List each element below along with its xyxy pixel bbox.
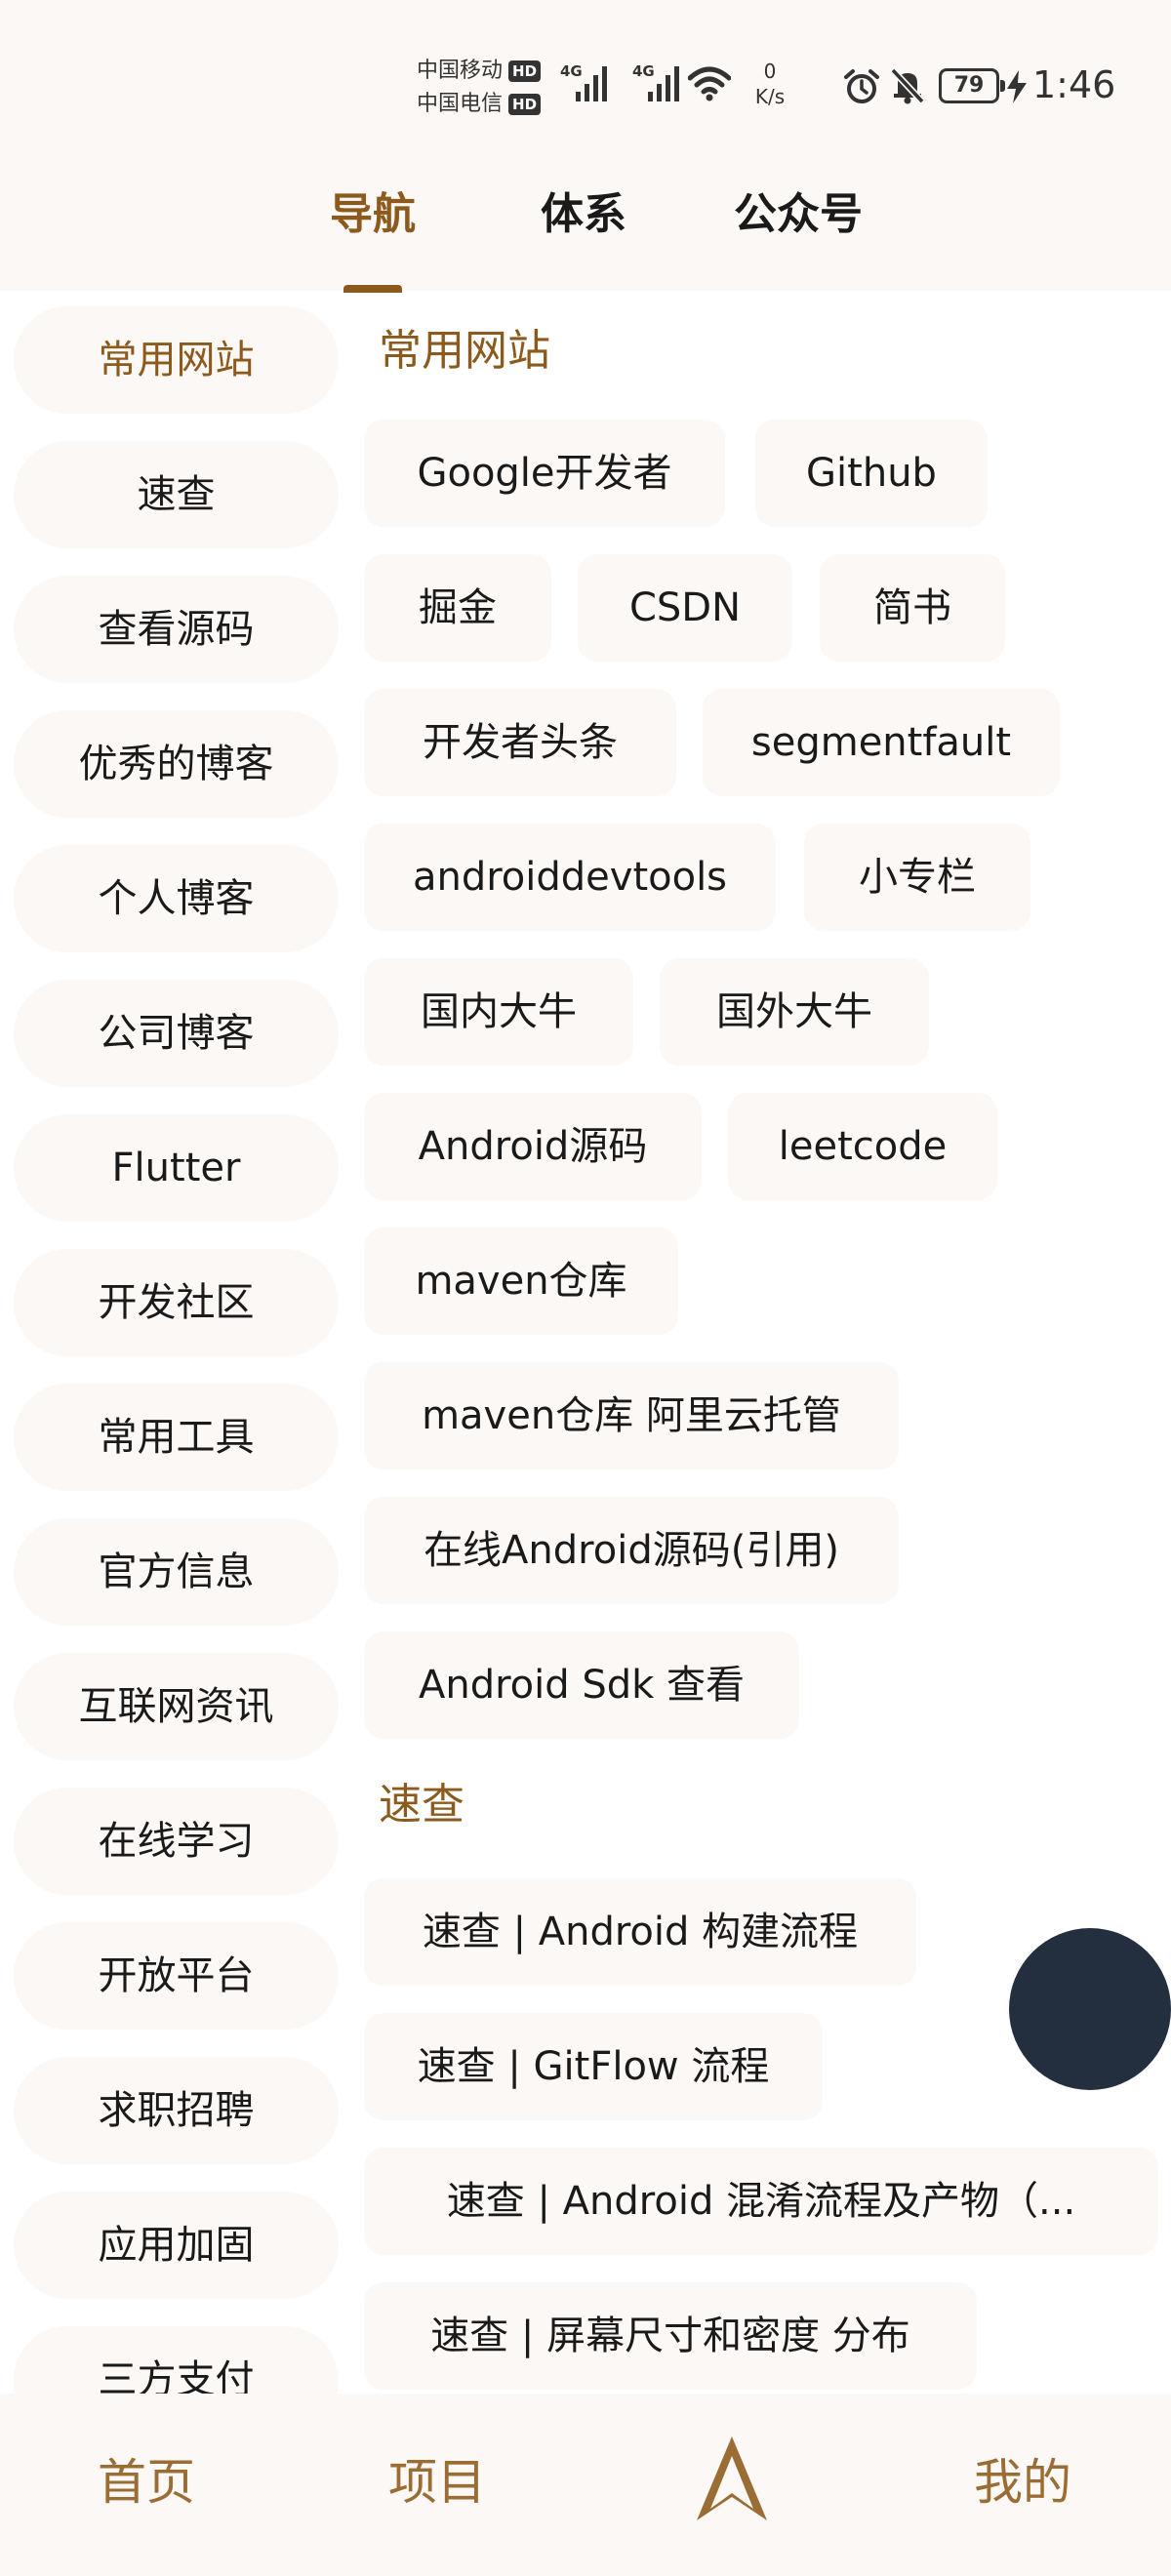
top-area: 中国移动 HD 中国电信 HD 4G 4G 0 K/s 79 1:46 导航 体… bbox=[0, 0, 1171, 293]
category-item-online-learning[interactable]: 在线学习 bbox=[14, 1788, 339, 1895]
floating-action-button[interactable] bbox=[1009, 1928, 1171, 2090]
link-chip[interactable]: 掘金 bbox=[364, 554, 551, 662]
alarm-icon bbox=[844, 69, 879, 103]
bell-muted-icon bbox=[890, 67, 925, 104]
link-chip[interactable]: 在线Android源码(引用) bbox=[364, 1497, 899, 1604]
tab-system[interactable]: 体系 bbox=[525, 176, 642, 254]
link-chip[interactable]: 速查 | GitFlow 流程 bbox=[364, 2013, 823, 2120]
category-item-company-blogs[interactable]: 公司博客 bbox=[14, 980, 339, 1087]
category-list[interactable]: 常用网站 速查 查看源码 优秀的博客 个人博客 公司博客 Flutter 开发社… bbox=[0, 291, 361, 2394]
link-chip[interactable]: androiddevtools bbox=[364, 824, 776, 931]
link-chip[interactable]: CSDN bbox=[578, 554, 792, 662]
link-chip[interactable]: 简书 bbox=[820, 554, 1005, 662]
link-chip[interactable]: Android源码 bbox=[364, 1093, 702, 1200]
speed-unit: K/s bbox=[754, 85, 786, 108]
link-chip[interactable]: Google开发者 bbox=[364, 420, 725, 527]
category-item-official-info[interactable]: 官方信息 bbox=[14, 1518, 339, 1626]
category-item-great-blogs[interactable]: 优秀的博客 bbox=[14, 710, 339, 818]
hd-badge: HD bbox=[508, 60, 542, 82]
link-chip[interactable]: Github bbox=[755, 420, 988, 527]
clock: 1:46 bbox=[1032, 63, 1116, 106]
battery-icon: 79 bbox=[939, 68, 1005, 103]
category-item-dev-community[interactable]: 开发社区 bbox=[14, 1249, 339, 1356]
link-chip[interactable]: 开发者头条 bbox=[364, 689, 676, 796]
link-chip[interactable]: maven仓库 bbox=[364, 1228, 678, 1335]
link-chip[interactable]: leetcode bbox=[728, 1093, 997, 1200]
category-item-common-sites[interactable]: 常用网站 bbox=[14, 306, 339, 414]
network-speed: 0 K/s bbox=[746, 59, 794, 109]
category-item-personal-blogs[interactable]: 个人博客 bbox=[14, 845, 339, 952]
link-chip[interactable]: maven仓库 阿里云托管 bbox=[364, 1362, 899, 1469]
wifi-icon bbox=[688, 66, 731, 101]
section-title-quick-ref: 速查 bbox=[379, 1780, 464, 1830]
top-tab-bar: 导航 体系 公众号 bbox=[0, 176, 1171, 293]
link-chip[interactable]: segmentfault bbox=[703, 689, 1060, 796]
section-title-common-sites: 常用网站 bbox=[379, 326, 550, 376]
tab-wechat-accounts[interactable]: 公众号 bbox=[720, 176, 876, 254]
nav-mine[interactable]: 我的 bbox=[945, 2394, 1101, 2576]
carrier-2-label: 中国电信 bbox=[417, 92, 504, 116]
navigation-arrow-icon[interactable] bbox=[695, 2435, 769, 2522]
category-item-open-platforms[interactable]: 开放平台 bbox=[14, 1922, 339, 2030]
category-item-app-hardening[interactable]: 应用加固 bbox=[14, 2192, 339, 2299]
hd-badge: HD bbox=[508, 94, 542, 115]
speed-value: 0 bbox=[763, 60, 777, 83]
battery-level: 79 bbox=[953, 73, 985, 98]
status-bar: 中国移动 HD 中国电信 HD 4G 4G 0 K/s 79 1:46 bbox=[0, 0, 1171, 156]
category-item-flutter[interactable]: Flutter bbox=[14, 1114, 339, 1222]
bottom-nav: 首页 项目 我的 bbox=[0, 2394, 1171, 2576]
category-item-third-party-pay[interactable]: 三方支付 bbox=[14, 2326, 339, 2394]
nav-home[interactable]: 首页 bbox=[68, 2394, 224, 2576]
charging-bolt-icon bbox=[1007, 70, 1027, 103]
category-item-quick-ref[interactable]: 速查 bbox=[14, 441, 339, 548]
link-chip[interactable]: 国外大牛 bbox=[660, 958, 929, 1066]
carrier-1-label: 中国移动 bbox=[417, 59, 504, 83]
category-item-common-tools[interactable]: 常用工具 bbox=[14, 1384, 339, 1491]
link-chip[interactable]: 小专栏 bbox=[804, 824, 1030, 931]
link-chip[interactable]: 国内大牛 bbox=[364, 958, 633, 1066]
tab-navigation[interactable]: 导航 bbox=[314, 176, 431, 254]
category-item-jobs[interactable]: 求职招聘 bbox=[14, 2057, 339, 2164]
carrier-info: 中国移动 HD 中国电信 HD bbox=[417, 55, 542, 121]
link-chip[interactable]: 速查 | Android 构建流程 bbox=[364, 1878, 916, 1986]
link-chip[interactable]: 速查 | 屏幕尺寸和密度 分布 bbox=[364, 2282, 977, 2390]
nav-projects[interactable]: 项目 bbox=[359, 2394, 515, 2576]
link-chip[interactable]: 速查 | Android 混淆流程及产物（... bbox=[364, 2148, 1158, 2255]
category-item-source-code[interactable]: 查看源码 bbox=[14, 576, 339, 683]
link-chip[interactable]: Android Sdk 查看 bbox=[364, 1631, 799, 1739]
category-item-internet-news[interactable]: 互联网资讯 bbox=[14, 1653, 339, 1760]
